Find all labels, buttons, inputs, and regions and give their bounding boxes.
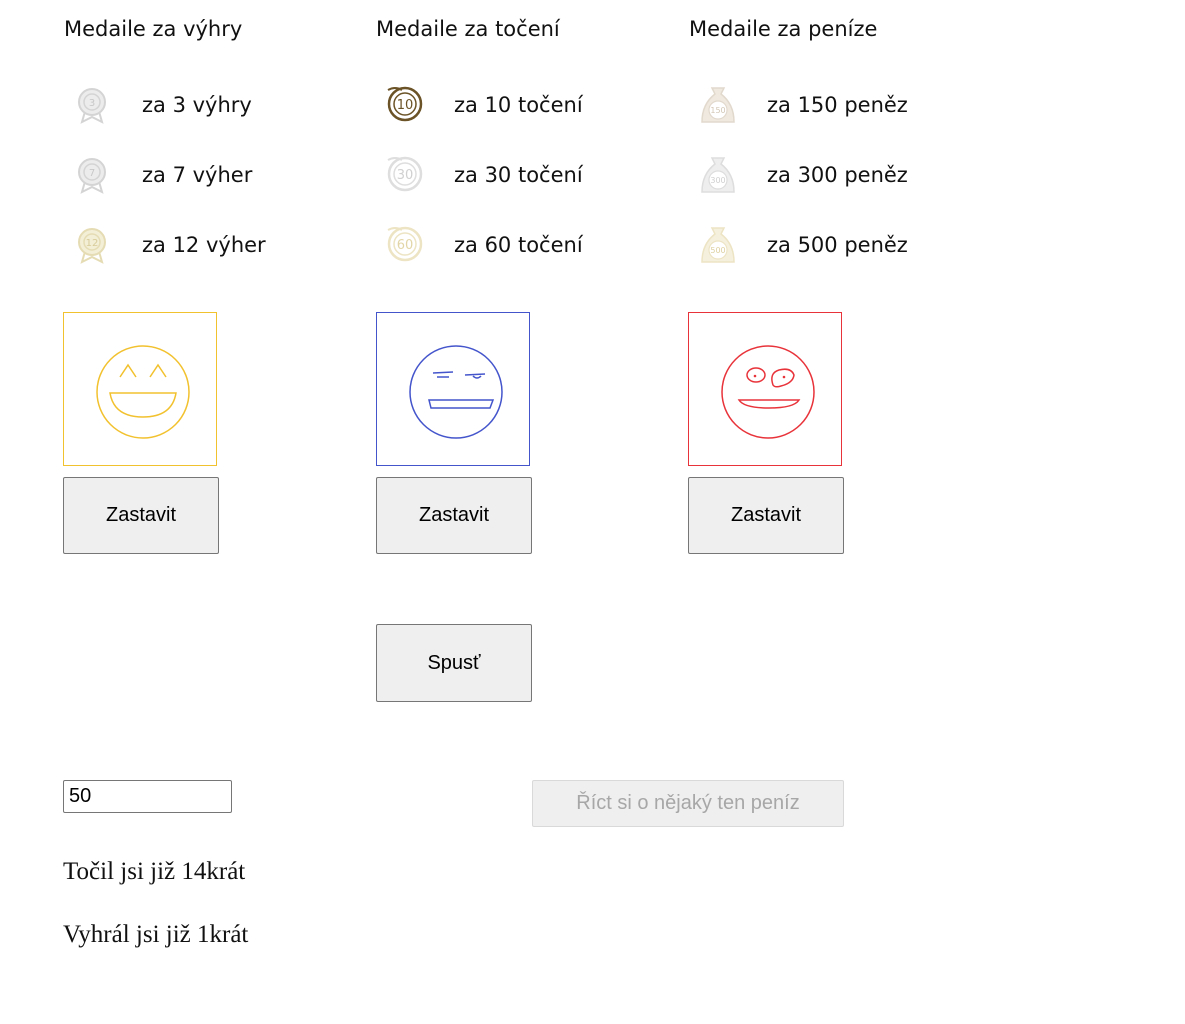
svg-text:300: 300: [710, 176, 725, 185]
svg-text:30: 30: [397, 168, 414, 183]
svg-text:12: 12: [86, 238, 99, 249]
ribbon-medal-icon: 12: [63, 226, 123, 266]
reel-1: [63, 312, 217, 466]
medal-wins-12: 12 za 12 výher: [63, 226, 343, 266]
reel-3: [688, 312, 842, 466]
stop-reel-3-button[interactable]: Zastavit: [688, 477, 844, 554]
medal-label: za 30 točení: [454, 163, 583, 187]
ribbon-medal-icon: 3: [63, 86, 123, 126]
spin-medal-icon: 60: [375, 226, 435, 266]
wins-medals-title: Medaile za výhry: [64, 17, 243, 41]
medal-label: za 150 peněz: [767, 93, 908, 117]
stop-reel-2-button[interactable]: Zastavit: [376, 477, 532, 554]
medal-label: za 12 výher: [142, 233, 266, 257]
medal-label: za 3 výhry: [142, 93, 252, 117]
money-bag-medal-icon: 300: [688, 156, 748, 196]
medal-spins-30: 30 za 30 točení: [375, 156, 655, 196]
spin-button[interactable]: Spusť: [376, 624, 532, 702]
medal-wins-3: 3 za 3 výhry: [63, 86, 343, 126]
money-bag-medal-icon: 150: [688, 86, 748, 126]
medal-money-500: 500 za 500 peněz: [688, 226, 968, 266]
win-count-text: Vyhrál jsi již 1krát: [63, 921, 249, 948]
spin-medal-icon: 30: [375, 156, 435, 196]
svg-text:7: 7: [89, 168, 95, 179]
money-medals-title: Medaile za peníze: [689, 17, 878, 41]
medal-wins-7: 7 za 7 výher: [63, 156, 343, 196]
ribbon-medal-icon: 7: [63, 156, 123, 196]
medal-money-150: 150 za 150 peněz: [688, 86, 968, 126]
amount-input[interactable]: [63, 780, 232, 813]
stop-reel-1-button[interactable]: Zastavit: [63, 477, 219, 554]
medal-label: za 7 výher: [142, 163, 253, 187]
medal-label: za 300 peněz: [767, 163, 908, 187]
medal-label: za 10 točení: [454, 93, 583, 117]
medal-label: za 500 peněz: [767, 233, 908, 257]
spin-count-text: Točil jsi již 14krát: [63, 858, 246, 885]
spin-medal-icon: 10: [375, 86, 435, 126]
reel-2: [376, 312, 530, 466]
svg-text:500: 500: [710, 246, 725, 255]
slot-machine-page: Medaile za výhry 3 za 3 výhry 7 za 7 výh…: [0, 0, 1185, 1024]
svg-text:3: 3: [89, 98, 95, 109]
svg-text:10: 10: [397, 98, 414, 113]
medal-spins-60: 60 za 60 točení: [375, 226, 655, 266]
svg-text:150: 150: [710, 106, 725, 115]
medal-label: za 60 točení: [454, 233, 583, 257]
ask-money-button[interactable]: Říct si o nějaký ten peníz: [532, 780, 844, 827]
money-bag-medal-icon: 500: [688, 226, 748, 266]
medal-spins-10: 10 za 10 točení: [375, 86, 655, 126]
spins-medals-title: Medaile za točení: [376, 17, 560, 41]
svg-text:60: 60: [397, 238, 414, 253]
medal-money-300: 300 za 300 peněz: [688, 156, 968, 196]
